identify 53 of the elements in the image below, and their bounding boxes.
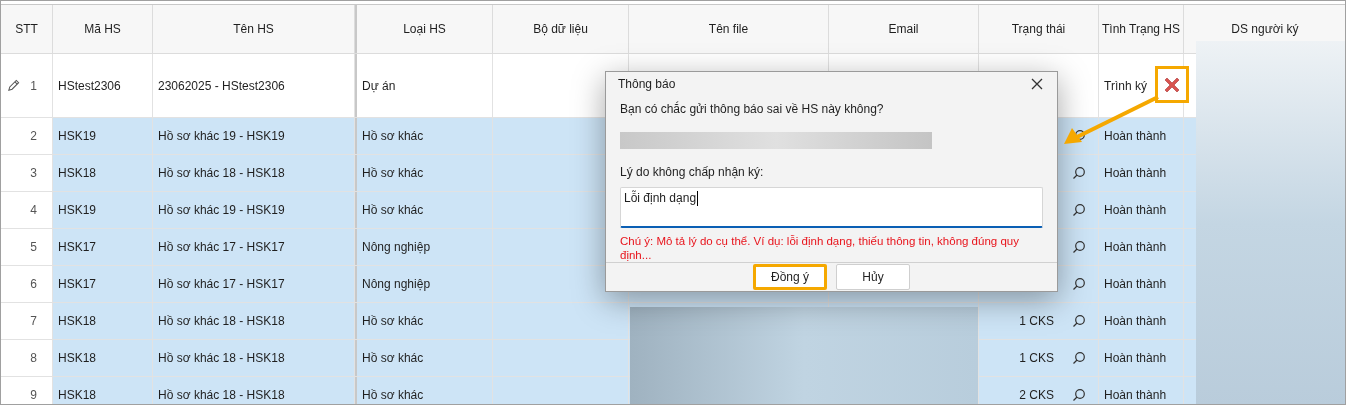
table-cell-text: Hồ sơ khác 17 - HSK17 — [158, 276, 285, 293]
status-text: Hoàn thành — [1104, 313, 1167, 330]
table-cell-text: 1 CKS — [1019, 350, 1054, 367]
table-cell-text: Hồ sơ khác 19 - HSK19 — [158, 128, 285, 145]
row-number: 4 — [30, 202, 37, 219]
table-cell-text: HSK17 — [58, 239, 97, 256]
table-cell-text: Hồ sơ khác 19 - HSK19 — [158, 202, 285, 219]
row-number: 5 — [30, 239, 37, 256]
status-text: Hoàn thành — [1104, 165, 1167, 182]
field-label: Lý do không chấp nhận ký: — [620, 164, 765, 182]
row-number: 2 — [30, 128, 37, 145]
row-number: 7 — [30, 313, 37, 330]
row-number: 3 — [30, 165, 37, 182]
table-cell-text: Hồ sơ khác — [362, 313, 424, 330]
table-cell-text: Hồ sơ khác — [362, 387, 424, 404]
table-cell-text: Dự án — [362, 77, 396, 95]
dialog-message: Bạn có chắc gửi thông báo sai về HS này không? — [620, 100, 885, 119]
table-cell-text: Hồ sơ khác — [362, 350, 424, 367]
status-text: Hoàn thành — [1104, 387, 1167, 404]
input-value: Lỗi định dạng — [624, 191, 699, 207]
table-cell-text: HSK18 — [58, 313, 97, 330]
status-text: Hoàn thành — [1104, 239, 1167, 256]
table-cell-text: HSK18 — [58, 387, 97, 404]
status-text: Hoàn thành — [1104, 276, 1167, 293]
table-cell-text: HSK19 — [58, 128, 97, 145]
table-cell-text: Hồ sơ khác 18 - HSK18 — [158, 313, 285, 330]
table-cell-text: HSK18 — [58, 165, 97, 182]
table-cell-text: Hồ sơ khác 18 - HSK18 — [158, 165, 285, 182]
table-cell-text: 23062025 - HStest2306 — [158, 77, 285, 95]
table-cell-text: Nông nghiệp — [362, 276, 431, 293]
note-text: Chú ý: Mô tả lý do cụ thể. Ví dụ: lỗi định dạng, thiếu thông tin, không đúng quy định... — [620, 234, 1020, 263]
status-text: Hoàn thành — [1104, 128, 1167, 145]
table-cell-text: Hồ sơ khác — [362, 128, 424, 145]
row-number: 9 — [30, 387, 37, 404]
status-text: Trình ký — [1104, 77, 1147, 95]
table-cell-text: HSK19 — [58, 202, 97, 219]
row-number: 6 — [30, 276, 37, 293]
row-number: 8 — [30, 350, 37, 367]
status-text: Hoàn thành — [1104, 350, 1167, 367]
table-cell-text: Hồ sơ khác 18 - HSK18 — [158, 387, 285, 404]
table-cell-text: Hồ sơ khác 18 - HSK18 — [158, 350, 285, 367]
table-cell-text: Nông nghiệp — [362, 239, 431, 256]
row-number: 1 — [30, 77, 37, 95]
table-cell-text: Hồ sơ khác 17 - HSK17 — [158, 239, 285, 256]
table-cell-text: 1 CKS — [1019, 313, 1054, 330]
table-cell-text: HSK18 — [58, 350, 97, 367]
table-cell-text: Hồ sơ khác — [362, 165, 424, 182]
table-cell-text: Hồ sơ khác — [362, 202, 424, 219]
table-cell-text: HSK17 — [58, 276, 97, 293]
dialog-title: Thông báo — [618, 76, 676, 94]
table-cell-text: 2 CKS — [1019, 387, 1054, 404]
table-cell-text: HStest2306 — [58, 77, 121, 95]
status-text: Hoàn thành — [1104, 202, 1167, 219]
